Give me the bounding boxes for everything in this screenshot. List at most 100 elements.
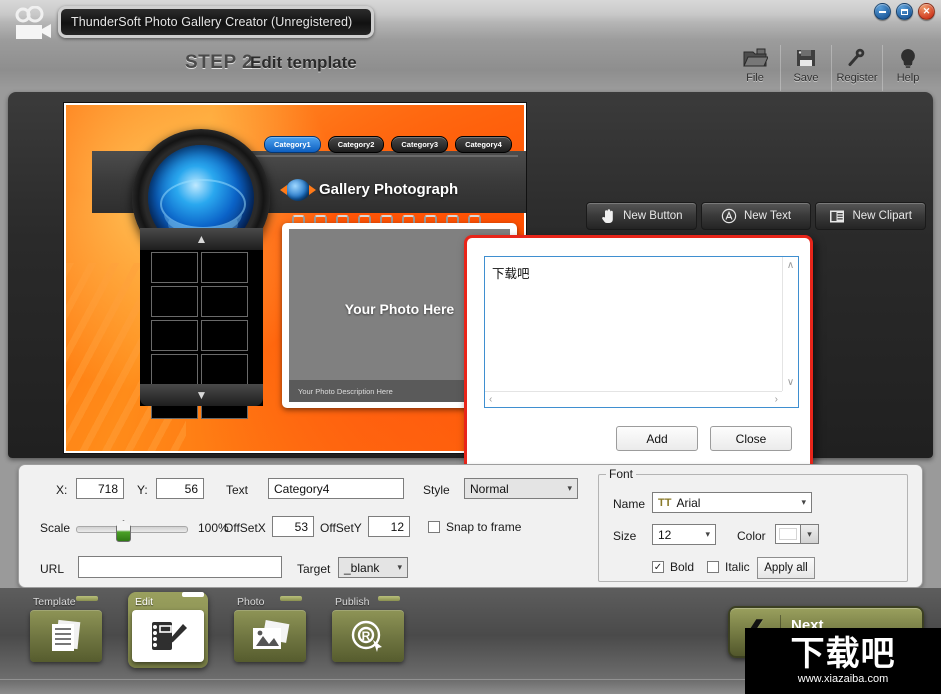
style-value: Normal [470,481,509,496]
thumbnail-cell[interactable] [151,252,198,283]
watermark: 下载吧 www.xiazaiba.com [745,628,941,694]
italic-row[interactable]: Italic [707,560,750,574]
offsety-label: OffSetY [320,521,362,535]
chevron-down-icon: ▾ [705,529,710,539]
scroll-left-icon[interactable]: ‹ [489,394,492,405]
new-button-label: New Button [623,210,683,222]
tab-marker [280,596,302,601]
font-size-value: 12 [658,527,672,542]
clipart-image-icon [829,209,845,224]
apply-all-button[interactable]: Apply all [757,557,815,579]
template-preview-canvas[interactable]: Category1 Category2 Category3 Category4 … [63,102,527,454]
italic-label: Italic [725,560,750,574]
style-label: Style [423,483,450,497]
font-name-select[interactable]: TT Arial ▾ [652,492,812,513]
thumbnails-scroll-up-button[interactable]: ▲ [140,228,263,250]
template-header-divider [214,155,518,157]
category-button-2[interactable]: Category2 [327,136,385,153]
step-tab-edit[interactable]: Edit [128,592,208,668]
photos-icon [234,610,306,662]
minimize-button[interactable] [874,3,891,20]
text-label: Text [226,483,249,497]
new-button-button[interactable]: New Button [586,202,697,230]
style-select[interactable]: Normal ▾ [464,478,578,499]
dialog-close-button[interactable]: Close [710,426,792,451]
thumbnail-cell[interactable] [201,354,248,385]
x-input[interactable]: 718 [76,478,124,499]
scroll-right-icon[interactable]: › [775,394,778,405]
font-name-value: Arial [676,495,701,510]
dialog-textarea[interactable]: 下载吧 ∧ ∨ ‹ › [484,256,799,408]
offsetx-label: OffSetX [224,521,266,535]
step-label-edit: Edit [135,596,154,608]
dialog-vertical-scrollbar[interactable]: ∧ ∨ [782,257,798,391]
thumbnail-cell[interactable] [201,252,248,283]
add-text-dialog: 下载吧 ∧ ∨ ‹ › Add Close [464,235,813,474]
menu-item-help[interactable]: Help [882,45,933,91]
font-size-label: Size [613,529,637,543]
thumbnail-cell[interactable] [151,286,198,317]
svg-text:R: R [362,629,371,643]
step-tab-photo[interactable]: Photo [234,596,306,668]
step-header: STEP 2 Edit template File Save Register … [0,44,941,92]
scroll-down-icon[interactable]: ∨ [787,377,794,388]
font-group [598,474,908,582]
snap-to-frame-checkbox[interactable] [428,521,440,533]
thumbnail-cell[interactable] [151,320,198,351]
dialog-buttons: Add Close [616,426,792,451]
dialog-add-button[interactable]: Add [616,426,698,451]
y-input[interactable]: 56 [156,478,204,499]
new-clipart-label: New Clipart [852,210,912,222]
menu-label-help: Help [896,72,920,84]
menu-label-save: Save [793,72,819,84]
thumbnail-cell[interactable] [151,354,198,385]
circled-a-icon [721,208,737,224]
snap-to-frame-row[interactable]: Snap to frame [428,520,521,534]
font-tt-icon: TT [658,496,672,509]
menu-item-save[interactable]: Save [780,45,831,91]
app-logo-icon [10,6,56,44]
url-input[interactable] [78,556,282,578]
thumbnail-cell[interactable] [201,320,248,351]
text-input[interactable]: Category4 [268,478,404,499]
step-tab-template[interactable]: Template [30,596,102,668]
scale-label: Scale [40,521,71,535]
font-name-label: Name [613,497,646,511]
tab-marker [76,596,98,601]
publish-target-icon: R [332,610,404,662]
window-controls: ✕ [874,3,935,20]
category-button-1[interactable]: Category1 [264,136,321,153]
italic-checkbox[interactable] [707,561,719,573]
category-button-4[interactable]: Category4 [455,136,512,153]
offsety-input[interactable]: 12 [368,516,410,537]
thumbnails-scroll-down-button[interactable]: ▼ [140,384,263,406]
scroll-up-icon[interactable]: ∧ [787,260,794,271]
window-title-text: ThunderSoft Photo Gallery Creator (Unreg… [71,15,353,29]
new-text-button[interactable]: New Text [700,202,812,230]
menu-item-file[interactable]: File [730,45,780,91]
floppy-disk-icon [795,45,817,71]
menu-item-register[interactable]: Register [831,45,882,91]
scale-slider[interactable] [76,520,188,542]
chevron-down-icon: ▾ [807,528,812,539]
gallery-title-text[interactable]: Gallery Photograph [319,181,458,198]
target-value: _blank [344,560,380,575]
font-color-dropdown-button[interactable]: ▾ [801,524,819,544]
notebook-pencil-icon [132,610,204,662]
new-clipart-button[interactable]: New Clipart [815,202,927,230]
offsetx-input[interactable]: 53 [272,516,314,537]
category-button-3[interactable]: Category3 [391,136,449,153]
target-select[interactable]: _blank ▾ [338,557,408,578]
font-size-select[interactable]: 12 ▾ [652,524,716,545]
watermark-url: www.xiazaiba.com [797,673,889,685]
thumbnail-column: ▲ ▼ [140,228,263,419]
font-color-swatch[interactable] [775,524,801,544]
close-button[interactable]: ✕ [918,3,935,20]
maximize-button[interactable] [896,3,913,20]
bold-row[interactable]: ✓ Bold [652,560,694,574]
tab-marker [182,592,204,597]
bold-checkbox[interactable]: ✓ [652,561,664,573]
thumbnail-cell[interactable] [201,286,248,317]
dialog-horizontal-scrollbar[interactable]: ‹ › [485,391,782,407]
step-tab-publish[interactable]: Publish R [332,596,404,668]
